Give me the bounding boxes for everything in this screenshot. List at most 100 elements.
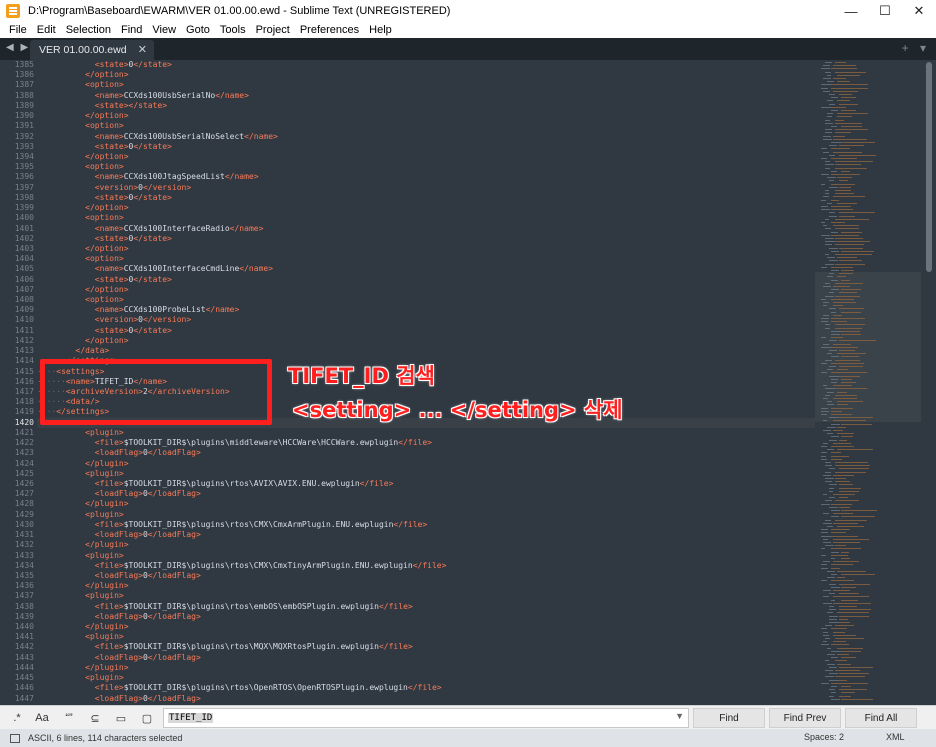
- minimap-stroke: [831, 298, 854, 300]
- minimap-stroke: [831, 362, 864, 364]
- minimap-stroke: [821, 564, 827, 566]
- code-line: <file>$TOOLKIT_DIR$\plugins\rtos\CMX\Cmx…: [94, 519, 428, 529]
- minimap-stroke: [831, 628, 847, 630]
- maximize-button[interactable]: ☐: [868, 0, 902, 22]
- minimap[interactable]: [815, 60, 921, 705]
- code-line: <option>: [85, 254, 124, 264]
- find-button[interactable]: Find: [693, 708, 765, 728]
- menu-help[interactable]: Help: [364, 24, 397, 36]
- new-tab-and-menu-icon[interactable]: + ▾: [902, 41, 930, 55]
- minimap-stroke: [825, 519, 832, 521]
- tab-close-icon[interactable]: ✕: [138, 43, 147, 56]
- minimap-stroke: [833, 286, 851, 287]
- code-line: <option>: [85, 295, 124, 305]
- minimap-stroke: [835, 327, 862, 329]
- minimap-stroke: [825, 625, 832, 627]
- code-line: <name>CCXds100ProbeList</name>: [94, 305, 240, 315]
- minimap-stroke: [821, 372, 828, 374]
- minimap-stroke: [823, 420, 828, 422]
- menu-selection[interactable]: Selection: [61, 24, 116, 36]
- menu-tools[interactable]: Tools: [215, 24, 251, 36]
- minimap-stroke: [839, 292, 858, 294]
- code-line: </plugin>: [85, 622, 129, 632]
- tab-nav-arrows-icon[interactable]: ◀ ▶: [6, 42, 30, 53]
- minimap-stroke: [841, 599, 859, 601]
- regex-toggle[interactable]: .*: [6, 709, 28, 727]
- minimap-stroke: [831, 97, 838, 99]
- minimap-stroke: [841, 97, 856, 99]
- minimap-stroke: [837, 116, 852, 118]
- minimap-stroke: [829, 94, 835, 95]
- minimap-stroke: [827, 257, 835, 259]
- minimap-stroke: [839, 622, 851, 623]
- minimap-stroke: [831, 554, 848, 556]
- menu-edit[interactable]: Edit: [32, 24, 61, 36]
- code-line: </option>: [85, 111, 129, 121]
- menu-file[interactable]: File: [4, 24, 32, 36]
- syntax-setting[interactable]: XML: [886, 732, 905, 742]
- minimap-stroke: [831, 378, 838, 380]
- code-line: <loadFlag>0</loadFlag>: [94, 448, 201, 458]
- minimap-stroke: [839, 350, 856, 351]
- minimap-stroke: [831, 452, 842, 454]
- minimap-stroke: [821, 234, 831, 236]
- window-title: D:\Program\Baseboard\EWARM\VER 01.00.00.…: [28, 5, 451, 17]
- minimap-stroke: [825, 359, 833, 361]
- tab-active-file[interactable]: VER 01.00.00.ewd ✕: [30, 40, 154, 60]
- find-history-dropdown-icon[interactable]: ▼: [675, 711, 684, 721]
- minimap-stroke: [841, 311, 862, 313]
- line-number: 1415: [14, 366, 34, 376]
- whole-word-toggle[interactable]: “”: [58, 709, 80, 727]
- line-number: 1422: [14, 438, 34, 448]
- line-number: 1430: [14, 519, 34, 529]
- minimap-stroke: [831, 158, 857, 159]
- line-number: 1431: [14, 530, 34, 540]
- menu-view[interactable]: View: [147, 24, 181, 36]
- indentation-setting[interactable]: Spaces: 2: [804, 732, 844, 742]
- minimap-stroke: [829, 375, 839, 377]
- line-number: 1397: [14, 182, 34, 192]
- minimap-stroke: [823, 542, 832, 543]
- highlight-matches-toggle[interactable]: ▢: [136, 709, 158, 727]
- minimap-stroke: [841, 356, 859, 358]
- minimap-stroke: [829, 583, 837, 585]
- menu-goto[interactable]: Goto: [181, 24, 215, 36]
- find-prev-button[interactable]: Find Prev: [769, 708, 841, 728]
- in-selection-toggle[interactable]: ▭: [110, 709, 132, 727]
- minimap-stroke: [833, 538, 870, 540]
- line-number: 1417: [14, 387, 34, 396]
- minimize-button[interactable]: —: [834, 0, 868, 22]
- minimap-stroke: [829, 350, 838, 351]
- minimap-stroke: [833, 474, 854, 476]
- code-line: <loadFlag>0</loadFlag>: [94, 489, 201, 499]
- wrap-toggle[interactable]: ⊆: [84, 709, 106, 727]
- minimap-stroke: [837, 257, 857, 259]
- minimap-stroke: [835, 263, 865, 265]
- menu-find[interactable]: Find: [116, 24, 147, 36]
- panel-toggle-icon[interactable]: [10, 733, 20, 743]
- minimap-stroke: [827, 116, 832, 118]
- line-number: 1416: [14, 376, 34, 386]
- scrollbar-thumb[interactable]: [926, 62, 932, 272]
- code-line: <file>$TOOLKIT_DIR$\plugins\rtos\CMX\Cmx…: [94, 560, 447, 570]
- code-line: <file>$TOOLKIT_DIR$\plugins\rtos\embOS\e…: [94, 601, 413, 611]
- code-line: <plugin>: [85, 509, 124, 519]
- case-sensitive-toggle[interactable]: Aa: [31, 709, 53, 727]
- code-line: </option>: [85, 203, 129, 213]
- menu-project[interactable]: Project: [251, 24, 295, 36]
- vertical-scrollbar[interactable]: ▲: [921, 60, 936, 705]
- close-window-button[interactable]: ✕: [902, 0, 936, 22]
- minimap-stroke: [821, 209, 830, 211]
- minimap-stroke: [835, 676, 865, 678]
- minimap-stroke: [833, 302, 857, 303]
- find-input[interactable]: TIFET_ID ▼: [163, 708, 689, 728]
- find-all-button[interactable]: Find All: [845, 708, 917, 728]
- minimap-stroke: [829, 695, 834, 697]
- minimap-stroke: [825, 119, 830, 121]
- minimap-stroke: [835, 129, 869, 131]
- minimap-stroke: [831, 330, 841, 332]
- menu-preferences[interactable]: Preferences: [295, 24, 364, 36]
- minimap-stroke: [831, 510, 840, 511]
- minimap-stroke: [829, 260, 838, 262]
- code-line: </option>: [85, 151, 129, 161]
